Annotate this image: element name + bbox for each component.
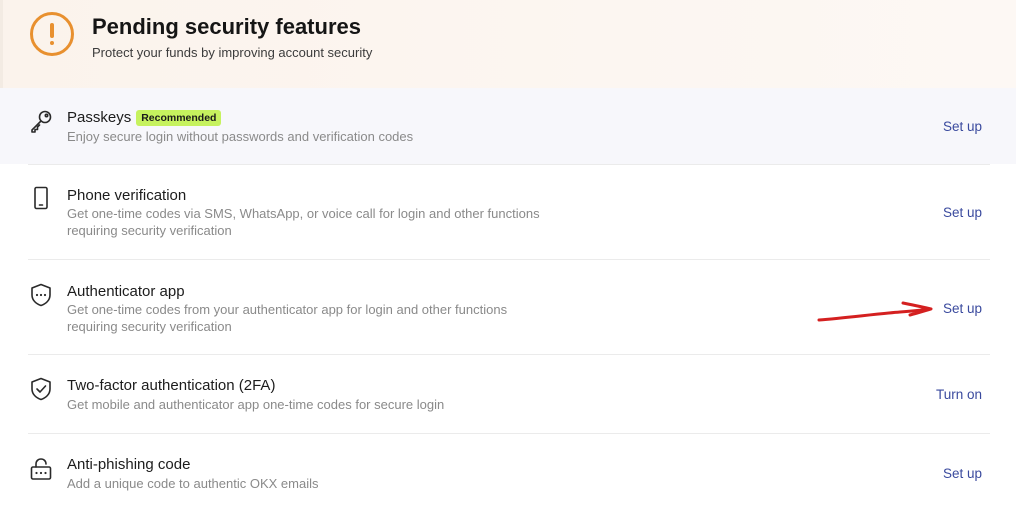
lock-password-icon bbox=[28, 456, 54, 482]
feature-title: Authenticator app bbox=[67, 283, 185, 300]
feature-description: Get one-time codes via SMS, WhatsApp, or… bbox=[67, 205, 667, 239]
pending-security-header: Pending security features Protect your f… bbox=[0, 0, 1016, 88]
description-line: requiring security verification bbox=[67, 319, 232, 334]
warning-circle-icon bbox=[30, 12, 74, 56]
description-line: Get one-time codes from your authenticat… bbox=[67, 302, 508, 317]
feature-row-anti-phishing-code: Anti-phishing code Add a unique code to … bbox=[0, 434, 1016, 510]
authenticator-app-set-up-link[interactable]: Set up bbox=[943, 301, 982, 316]
feature-row-two-factor-authentication: Two-factor authentication (2FA) Get mobi… bbox=[0, 355, 1016, 433]
shield-check-icon bbox=[28, 376, 54, 402]
feature-row-passkeys: Passkeys Recommended Enjoy secure login … bbox=[0, 88, 1016, 164]
red-arrow-annotation-icon bbox=[817, 301, 933, 322]
feature-title: Anti-phishing code bbox=[67, 456, 191, 473]
key-icon bbox=[28, 108, 54, 134]
header-subtitle: Protect your funds by improving account … bbox=[92, 45, 373, 60]
description-line: Get one-time codes via SMS, WhatsApp, or… bbox=[67, 206, 540, 221]
right-edge bbox=[1016, 0, 1024, 510]
feature-title: Passkeys bbox=[67, 109, 132, 126]
feature-description: Get one-time codes from your authenticat… bbox=[67, 301, 667, 335]
security-page: Pending security features Protect your f… bbox=[0, 0, 1024, 510]
description-line: requiring security verification bbox=[67, 223, 232, 238]
passkeys-title: Passkeys Recommended bbox=[67, 109, 222, 126]
feature-row-phone-verification: Phone verification Get one-time codes vi… bbox=[0, 165, 1016, 259]
feature-title: Phone verification bbox=[67, 187, 187, 204]
shield-password-icon bbox=[28, 282, 54, 308]
anti-phishing-set-up-link[interactable]: Set up bbox=[943, 466, 982, 481]
two-factor-turn-on-link[interactable]: Turn on bbox=[936, 387, 982, 402]
feature-description: Enjoy secure login without passwords and… bbox=[67, 129, 414, 144]
header-title: Pending security features bbox=[92, 14, 361, 39]
feature-description: Add a unique code to authentic OKX email… bbox=[67, 476, 319, 491]
phone-verification-set-up-link[interactable]: Set up bbox=[943, 205, 982, 220]
feature-title: Two-factor authentication (2FA) bbox=[67, 377, 276, 394]
phone-icon bbox=[28, 185, 54, 211]
feature-description: Get mobile and authenticator app one-tim… bbox=[67, 397, 445, 412]
passkeys-set-up-link[interactable]: Set up bbox=[943, 119, 982, 134]
recommended-badge: Recommended bbox=[136, 109, 222, 126]
